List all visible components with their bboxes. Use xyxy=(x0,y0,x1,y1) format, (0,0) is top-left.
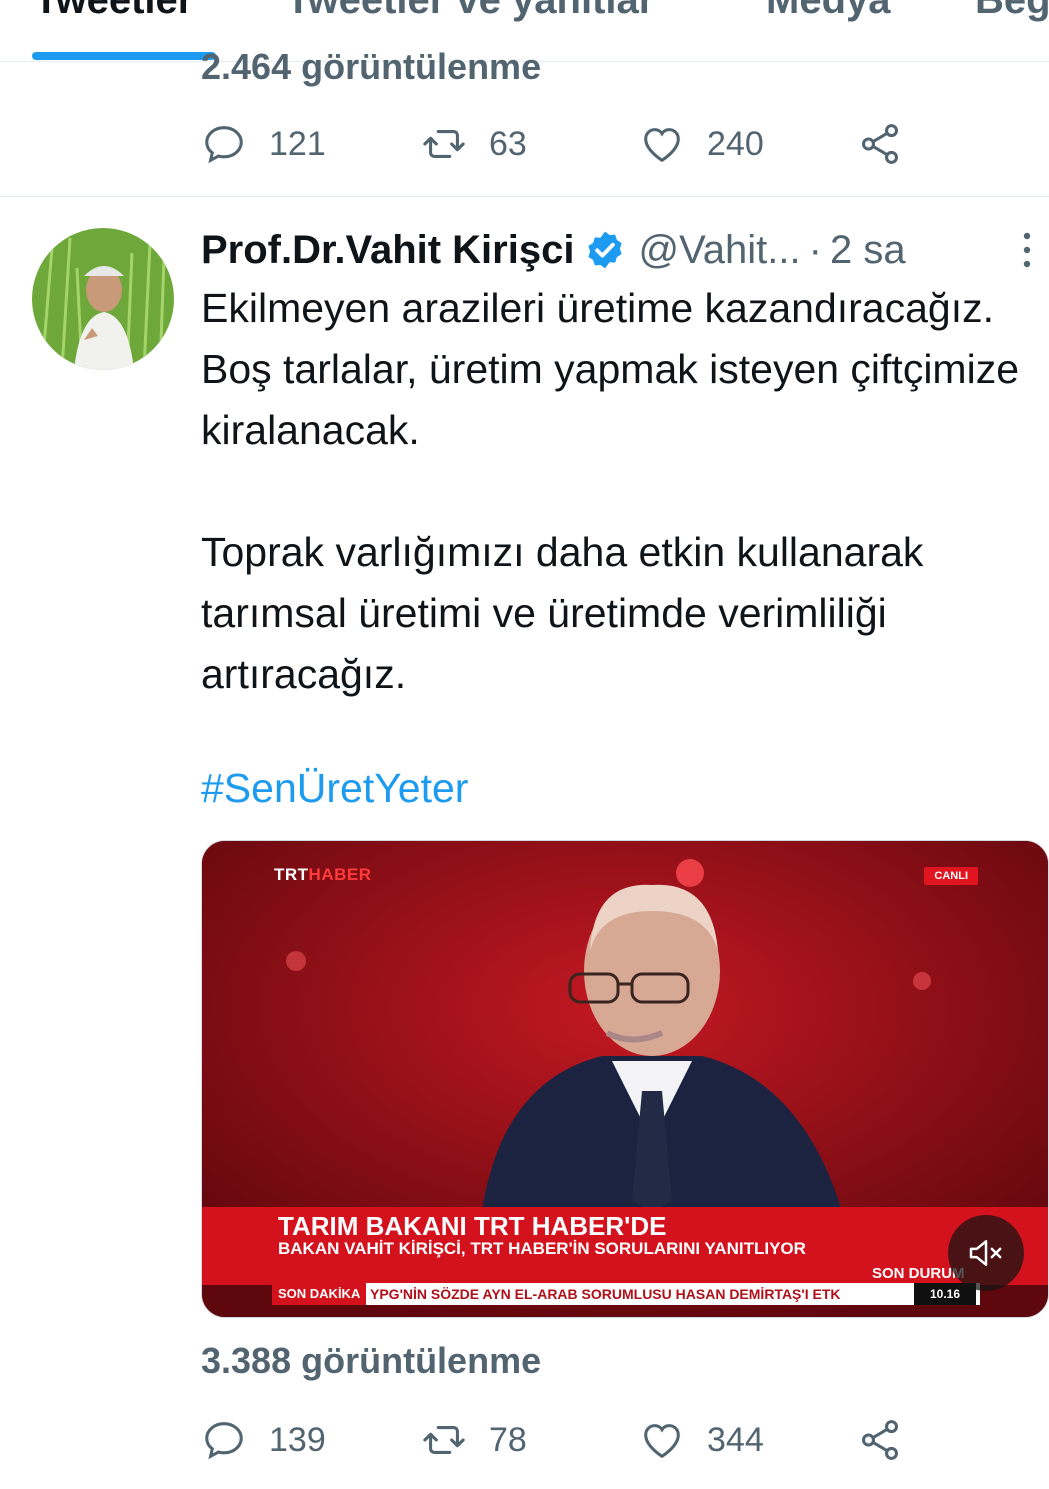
retweet-icon xyxy=(423,130,465,158)
tweet-actions: 139 78 344 xyxy=(201,1410,921,1470)
like-button[interactable]: 240 xyxy=(639,114,764,174)
ticker-label: SON DAKİKA xyxy=(272,1283,367,1305)
tweet-video[interactable]: TRTHABER CANLI TARIM BAKANI TRT HABER'DE… xyxy=(201,840,1049,1318)
tweet-paragraph: Ekilmeyen arazileri üretime kazandıracağ… xyxy=(201,285,1019,453)
separator-dot: · xyxy=(808,227,822,272)
verified-badge-icon xyxy=(588,231,623,269)
more-options-icon[interactable] xyxy=(1021,230,1033,270)
like-count: 240 xyxy=(707,124,764,163)
mute-button[interactable] xyxy=(948,1215,1024,1291)
live-badge: CANLI xyxy=(924,867,978,885)
hashtag-link[interactable]: #SenÜretYeter xyxy=(201,765,468,812)
video-headline: TARIM BAKANI TRT HABER'DE xyxy=(278,1211,667,1241)
tweet-paragraph: Toprak varlığımızı daha etkin kullanarak… xyxy=(201,529,924,697)
views-label: görüntülenme xyxy=(301,1340,542,1381)
author-name[interactable]: Prof.Dr.Vahit Kirişci xyxy=(201,228,574,273)
retweet-count: 78 xyxy=(489,1420,527,1459)
ticker-time: 10.16 xyxy=(914,1283,976,1305)
avatar[interactable] xyxy=(32,228,174,370)
retweet-icon xyxy=(423,1426,465,1454)
share-icon xyxy=(861,1420,899,1460)
tweet-header: Prof.Dr.Vahit Kirişci @Vahit... · 2 sa xyxy=(201,222,1041,278)
like-count: 344 xyxy=(707,1420,764,1459)
video-subheadline: BAKAN VAHİT KİRİŞCİ, TRT HABER'İN SORULA… xyxy=(278,1239,806,1258)
tweet-body: Ekilmeyen arazileri üretime kazandıracağ… xyxy=(201,278,1031,766)
active-tab-indicator xyxy=(32,52,216,60)
retweet-button[interactable]: 63 xyxy=(421,114,527,174)
ticker-text: YPG'NİN SÖZDE AYN EL-ARAB SORUMLUSU HASA… xyxy=(370,1286,841,1302)
like-icon xyxy=(644,128,680,163)
reply-count: 139 xyxy=(269,1420,326,1459)
tab-tweets-and-replies[interactable]: Tweetler ve yanıtlar xyxy=(286,0,654,23)
author-handle[interactable]: @Vahit... xyxy=(638,228,800,273)
reply-icon xyxy=(205,126,243,164)
previous-tweet-actions: 121 63 240 xyxy=(201,114,921,174)
reply-button[interactable]: 139 xyxy=(201,1410,326,1470)
tab-likes[interactable]: Beğ xyxy=(975,0,1049,23)
reply-icon xyxy=(205,1422,243,1460)
brand-red: HABER xyxy=(308,865,372,884)
previous-tweet-views: 2.464 görüntülenme xyxy=(201,46,542,87)
views-count: 3.388 xyxy=(201,1340,292,1381)
tab-tweets[interactable]: Tweetler xyxy=(34,0,193,23)
tweet-divider xyxy=(0,196,1049,197)
brand-white: TRT xyxy=(274,865,309,884)
retweet-button[interactable]: 78 xyxy=(421,1410,527,1470)
retweet-count: 63 xyxy=(489,124,527,163)
like-button[interactable]: 344 xyxy=(639,1410,764,1470)
tweet-timestamp[interactable]: 2 sa xyxy=(830,228,906,273)
mute-icon xyxy=(969,1240,1002,1266)
reply-button[interactable]: 121 xyxy=(201,114,326,174)
share-icon xyxy=(861,124,899,164)
reply-count: 121 xyxy=(269,124,326,163)
share-button[interactable] xyxy=(857,1410,903,1470)
like-icon xyxy=(644,1424,680,1459)
tab-media[interactable]: Medya xyxy=(766,0,891,23)
share-button[interactable] xyxy=(857,114,903,174)
tweet-views: 3.388 görüntülenme xyxy=(201,1340,541,1382)
channel-logo: TRTHABER xyxy=(274,865,372,885)
